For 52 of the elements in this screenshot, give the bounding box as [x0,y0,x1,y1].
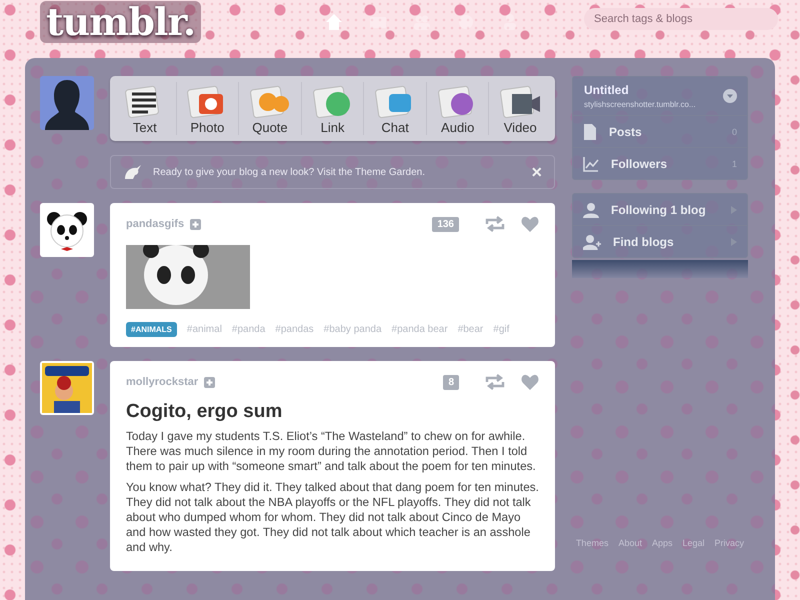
person-icon [583,202,599,218]
sidebar-item[interactable]: Find blogs [573,226,747,257]
tumblr-logo[interactable]: tumblr. [40,1,202,43]
home-icon[interactable] [325,13,344,31]
follow-plus-icon[interactable] [204,376,216,388]
footer-link[interactable]: Legal [682,538,705,548]
tag-link[interactable]: #gif [493,324,510,335]
footer-link[interactable]: Themes [576,538,608,548]
notice-text: Ready to give your blog a new look? Visit the Theme Garden. [153,166,426,178]
document-icon [583,124,597,140]
avatar-silhouette[interactable] [40,76,94,130]
sidebar-item[interactable]: Following 1 blog [573,194,747,226]
post-link-button[interactable]: Link [302,82,364,135]
heart-icon[interactable] [521,374,539,390]
chart-icon [583,156,599,172]
post-quote-button[interactable]: Quote [239,82,302,135]
notes-count[interactable]: 136 [432,216,459,232]
heart-icon[interactable] [521,216,539,232]
add-person-icon [583,234,601,250]
blog-url[interactable]: stylishscreenshotter.tumblr.co... [584,100,696,109]
tag-link[interactable]: #panda bear [392,324,448,335]
post-text-button[interactable]: Text [114,82,177,135]
poster-avatar[interactable] [40,361,94,415]
post-audio-button[interactable]: Audio [426,82,490,135]
close-button[interactable]: × [531,163,542,181]
panda-avatar[interactable] [40,203,94,257]
reblog-icon[interactable] [485,374,505,390]
post-paragraph: Today I gave my students T.S. Eliot’s “The Wasteland” to chew on for awhile. There was much silence in my room during the annotation period. Then I told them to pair up with “someone smart” and talk about the poem for ten minutes. [126,429,537,474]
tag-link[interactable]: #pandas [275,324,314,335]
post-title: Cogito, ergo sum [126,401,284,423]
unicorn-icon [123,165,141,179]
tag-link[interactable]: #baby panda [324,324,382,335]
footer-link[interactable]: About [618,538,642,548]
author-name[interactable]: pandasgifs [126,218,184,230]
footer-link[interactable]: Privacy [714,538,744,548]
people-icon[interactable] [413,13,432,31]
dropdown-icon[interactable] [723,89,737,103]
notes-count[interactable]: 8 [443,374,459,390]
reblog-icon[interactable] [485,216,505,232]
footer-link[interactable]: Apps [652,538,672,548]
tag-link[interactable]: #panda [232,324,266,335]
tag-link[interactable]: #ANIMALS [126,322,177,337]
author-name[interactable]: mollyrockstar [126,376,198,388]
search-field[interactable]: Search tags & blogs [584,8,778,30]
post-chat-button[interactable]: Chat [364,82,427,135]
follow-plus-icon[interactable] [190,218,202,230]
post-video-button[interactable]: Video [489,82,552,135]
post-paragraph: You know what? They did it. They talked about that dang poem for ten minutes. They did not talk about the NBA playoffs or the NFL playoffs. They did not talk about who dumped whom for whom. They did not talk about Cinco de Mayo and how wasted they got. They did not talk about which teacher is an asshole and why. [126,480,539,555]
tag-link[interactable]: #animal [186,324,222,335]
blog-title[interactable]: Untitled [584,83,696,97]
post-photo-button[interactable]: Photo [176,82,240,135]
tag-link[interactable]: #bear [458,324,484,335]
